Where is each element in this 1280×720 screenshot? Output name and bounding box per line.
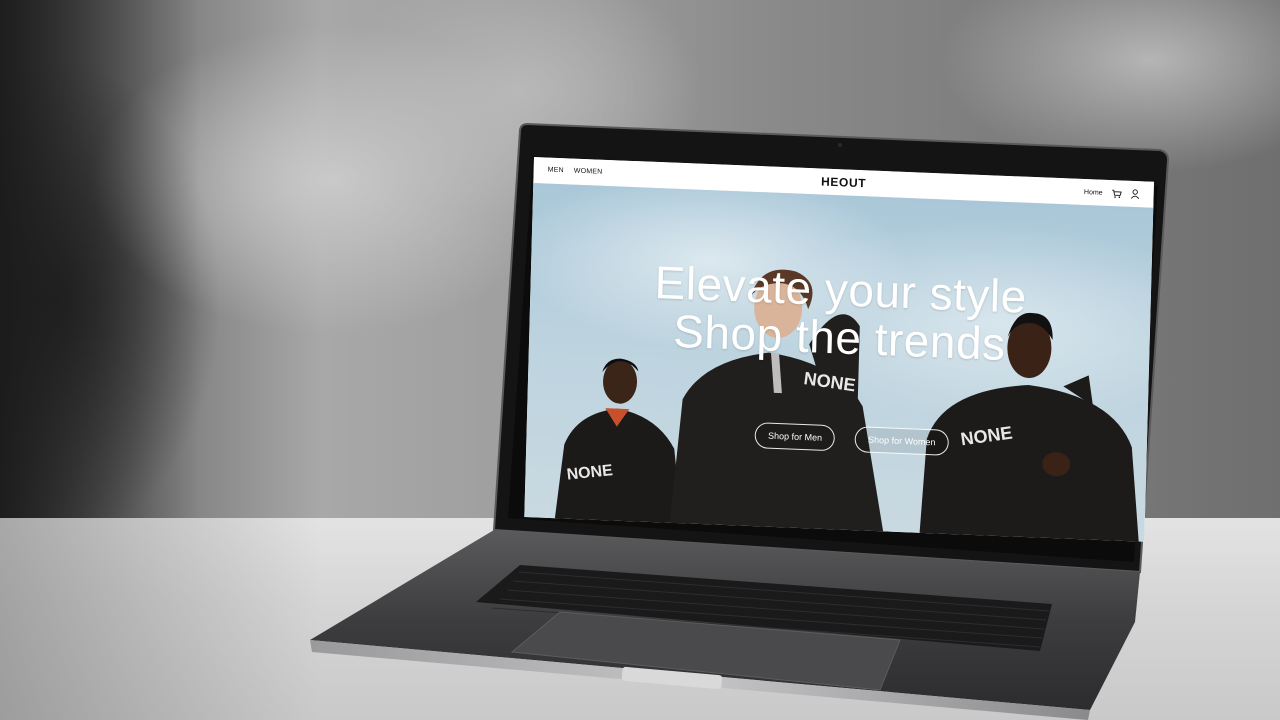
hero-banner: NONE NONE NONE Elevate your style Shop t… xyxy=(524,183,1154,542)
website-screen: MEN WOMEN HEOUT Home NONE NONE NONE Elev… xyxy=(524,157,1154,542)
user-icon[interactable] xyxy=(1130,189,1140,199)
nav-link-home[interactable]: Home xyxy=(1084,189,1103,197)
shop-men-button[interactable]: Shop for Men xyxy=(754,422,836,452)
cart-icon[interactable] xyxy=(1112,189,1122,198)
shop-women-button[interactable]: Shop for Women xyxy=(854,426,949,456)
